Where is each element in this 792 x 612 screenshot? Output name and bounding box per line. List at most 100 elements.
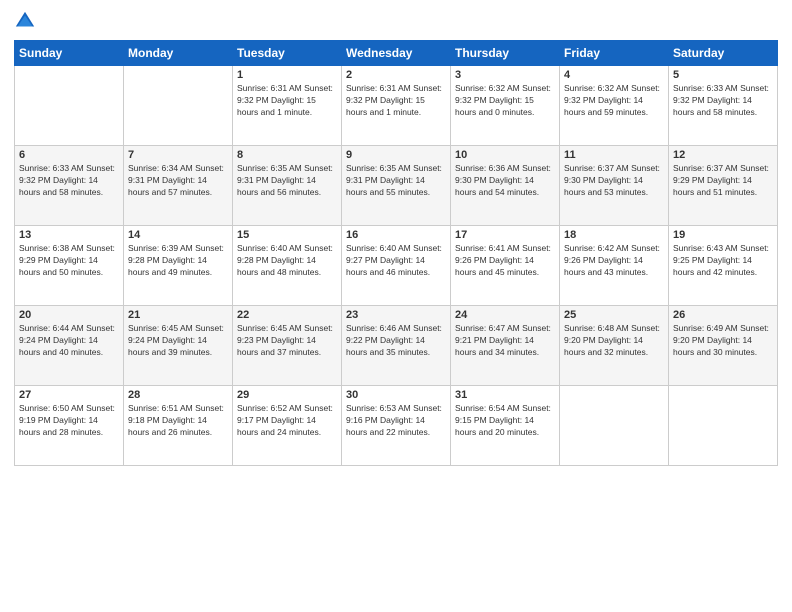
calendar-header-row: SundayMondayTuesdayWednesdayThursdayFrid… xyxy=(15,41,778,66)
day-number: 13 xyxy=(19,229,119,241)
day-detail: Sunrise: 6:46 AM Sunset: 9:22 PM Dayligh… xyxy=(346,323,446,359)
week-row-3: 13 Sunrise: 6:38 AM Sunset: 9:29 PM Dayli… xyxy=(15,226,778,306)
calendar-cell xyxy=(669,386,778,466)
calendar-cell: 29 Sunrise: 6:52 AM Sunset: 9:17 PM Dayli… xyxy=(233,386,342,466)
calendar-cell: 31Sunrise: 6:54 AM Sunset: 9:15 PM Dayli… xyxy=(451,386,560,466)
day-detail: Sunrise: 6:41 AM Sunset: 9:26 PM Dayligh… xyxy=(455,243,555,279)
day-number: 23 xyxy=(346,309,446,321)
calendar-cell: 5Sunrise: 6:33 AM Sunset: 9:32 PM Daylig… xyxy=(669,66,778,146)
calendar-cell: 7 Sunrise: 6:34 AM Sunset: 9:31 PM Daylig… xyxy=(124,146,233,226)
calendar-cell: 13 Sunrise: 6:38 AM Sunset: 9:29 PM Dayli… xyxy=(15,226,124,306)
calendar-cell: 30 Sunrise: 6:53 AM Sunset: 9:16 PM Dayli… xyxy=(342,386,451,466)
day-detail: Sunrise: 6:42 AM Sunset: 9:26 PM Dayligh… xyxy=(564,243,664,279)
day-detail: Sunrise: 6:47 AM Sunset: 9:21 PM Dayligh… xyxy=(455,323,555,359)
calendar-cell xyxy=(15,66,124,146)
day-number: 22 xyxy=(237,309,337,321)
calendar-cell: 26Sunrise: 6:49 AM Sunset: 9:20 PM Dayli… xyxy=(669,306,778,386)
page: SundayMondayTuesdayWednesdayThursdayFrid… xyxy=(0,0,792,612)
day-number: 10 xyxy=(455,149,555,161)
calendar-cell xyxy=(560,386,669,466)
day-detail: Sunrise: 6:31 AM Sunset: 9:32 PM Dayligh… xyxy=(237,83,337,119)
col-header-thursday: Thursday xyxy=(451,41,560,66)
calendar-cell: 22 Sunrise: 6:45 AM Sunset: 9:23 PM Dayli… xyxy=(233,306,342,386)
day-detail: Sunrise: 6:32 AM Sunset: 9:32 PM Dayligh… xyxy=(455,83,555,119)
day-number: 15 xyxy=(237,229,337,241)
day-number: 3 xyxy=(455,69,555,81)
calendar-cell: 19 Sunrise: 6:43 AM Sunset: 9:25 PM Dayli… xyxy=(669,226,778,306)
day-detail: Sunrise: 6:50 AM Sunset: 9:19 PM Dayligh… xyxy=(19,403,119,439)
day-detail: Sunrise: 6:51 AM Sunset: 9:18 PM Dayligh… xyxy=(128,403,228,439)
calendar-cell: 15Sunrise: 6:40 AM Sunset: 9:28 PM Dayli… xyxy=(233,226,342,306)
logo-icon xyxy=(14,10,36,32)
week-row-2: 6 Sunrise: 6:33 AM Sunset: 9:32 PM Daylig… xyxy=(15,146,778,226)
day-number: 24 xyxy=(455,309,555,321)
day-number: 6 xyxy=(19,149,119,161)
day-number: 16 xyxy=(346,229,446,241)
day-number: 29 xyxy=(237,389,337,401)
calendar-cell: 23 Sunrise: 6:46 AM Sunset: 9:22 PM Dayli… xyxy=(342,306,451,386)
col-header-saturday: Saturday xyxy=(669,41,778,66)
day-detail: Sunrise: 6:45 AM Sunset: 9:24 PM Dayligh… xyxy=(128,323,228,359)
calendar-cell: 20 Sunrise: 6:44 AM Sunset: 9:24 PM Dayli… xyxy=(15,306,124,386)
calendar-cell: 25 Sunrise: 6:48 AM Sunset: 9:20 PM Dayli… xyxy=(560,306,669,386)
day-number: 11 xyxy=(564,149,664,161)
day-detail: Sunrise: 6:53 AM Sunset: 9:16 PM Dayligh… xyxy=(346,403,446,439)
day-number: 28 xyxy=(128,389,228,401)
day-number: 19 xyxy=(673,229,773,241)
day-detail: Sunrise: 6:44 AM Sunset: 9:24 PM Dayligh… xyxy=(19,323,119,359)
calendar-table: SundayMondayTuesdayWednesdayThursdayFrid… xyxy=(14,40,778,466)
day-number: 2 xyxy=(346,69,446,81)
day-detail: Sunrise: 6:34 AM Sunset: 9:31 PM Dayligh… xyxy=(128,163,228,199)
day-detail: Sunrise: 6:33 AM Sunset: 9:32 PM Dayligh… xyxy=(19,163,119,199)
day-number: 17 xyxy=(455,229,555,241)
day-detail: Sunrise: 6:45 AM Sunset: 9:23 PM Dayligh… xyxy=(237,323,337,359)
calendar-cell: 14 Sunrise: 6:39 AM Sunset: 9:28 PM Dayli… xyxy=(124,226,233,306)
calendar-cell: 18 Sunrise: 6:42 AM Sunset: 9:26 PM Dayli… xyxy=(560,226,669,306)
day-number: 12 xyxy=(673,149,773,161)
logo xyxy=(14,10,40,32)
day-number: 27 xyxy=(19,389,119,401)
day-detail: Sunrise: 6:52 AM Sunset: 9:17 PM Dayligh… xyxy=(237,403,337,439)
calendar-cell xyxy=(124,66,233,146)
calendar-cell: 21 Sunrise: 6:45 AM Sunset: 9:24 PM Dayli… xyxy=(124,306,233,386)
calendar-cell: 27 Sunrise: 6:50 AM Sunset: 9:19 PM Dayli… xyxy=(15,386,124,466)
day-number: 9 xyxy=(346,149,446,161)
day-detail: Sunrise: 6:31 AM Sunset: 9:32 PM Dayligh… xyxy=(346,83,446,119)
col-header-friday: Friday xyxy=(560,41,669,66)
col-header-monday: Monday xyxy=(124,41,233,66)
day-number: 14 xyxy=(128,229,228,241)
day-detail: Sunrise: 6:36 AM Sunset: 9:30 PM Dayligh… xyxy=(455,163,555,199)
week-row-5: 27 Sunrise: 6:50 AM Sunset: 9:19 PM Dayli… xyxy=(15,386,778,466)
calendar-cell: 9Sunrise: 6:35 AM Sunset: 9:31 PM Daylig… xyxy=(342,146,451,226)
day-detail: Sunrise: 6:48 AM Sunset: 9:20 PM Dayligh… xyxy=(564,323,664,359)
calendar-cell: 11 Sunrise: 6:37 AM Sunset: 9:30 PM Dayli… xyxy=(560,146,669,226)
day-detail: Sunrise: 6:39 AM Sunset: 9:28 PM Dayligh… xyxy=(128,243,228,279)
day-number: 30 xyxy=(346,389,446,401)
day-detail: Sunrise: 6:35 AM Sunset: 9:31 PM Dayligh… xyxy=(237,163,337,199)
header xyxy=(14,10,778,32)
day-detail: Sunrise: 6:37 AM Sunset: 9:29 PM Dayligh… xyxy=(673,163,773,199)
calendar-cell: 12 Sunrise: 6:37 AM Sunset: 9:29 PM Dayli… xyxy=(669,146,778,226)
day-detail: Sunrise: 6:43 AM Sunset: 9:25 PM Dayligh… xyxy=(673,243,773,279)
calendar-cell: 3 Sunrise: 6:32 AM Sunset: 9:32 PM Daylig… xyxy=(451,66,560,146)
col-header-sunday: Sunday xyxy=(15,41,124,66)
day-number: 18 xyxy=(564,229,664,241)
day-number: 5 xyxy=(673,69,773,81)
col-header-wednesday: Wednesday xyxy=(342,41,451,66)
day-number: 20 xyxy=(19,309,119,321)
day-number: 25 xyxy=(564,309,664,321)
day-detail: Sunrise: 6:38 AM Sunset: 9:29 PM Dayligh… xyxy=(19,243,119,279)
day-number: 8 xyxy=(237,149,337,161)
calendar-cell: 24 Sunrise: 6:47 AM Sunset: 9:21 PM Dayli… xyxy=(451,306,560,386)
day-number: 7 xyxy=(128,149,228,161)
calendar-cell: 10 Sunrise: 6:36 AM Sunset: 9:30 PM Dayli… xyxy=(451,146,560,226)
day-number: 21 xyxy=(128,309,228,321)
calendar-cell: 16Sunrise: 6:40 AM Sunset: 9:27 PM Dayli… xyxy=(342,226,451,306)
day-detail: Sunrise: 6:37 AM Sunset: 9:30 PM Dayligh… xyxy=(564,163,664,199)
calendar-cell: 8 Sunrise: 6:35 AM Sunset: 9:31 PM Daylig… xyxy=(233,146,342,226)
col-header-tuesday: Tuesday xyxy=(233,41,342,66)
day-detail: Sunrise: 6:32 AM Sunset: 9:32 PM Dayligh… xyxy=(564,83,664,119)
calendar-cell: 2 Sunrise: 6:31 AM Sunset: 9:32 PM Daylig… xyxy=(342,66,451,146)
week-row-1: 1Sunrise: 6:31 AM Sunset: 9:32 PM Daylig… xyxy=(15,66,778,146)
day-detail: Sunrise: 6:49 AM Sunset: 9:20 PM Dayligh… xyxy=(673,323,773,359)
